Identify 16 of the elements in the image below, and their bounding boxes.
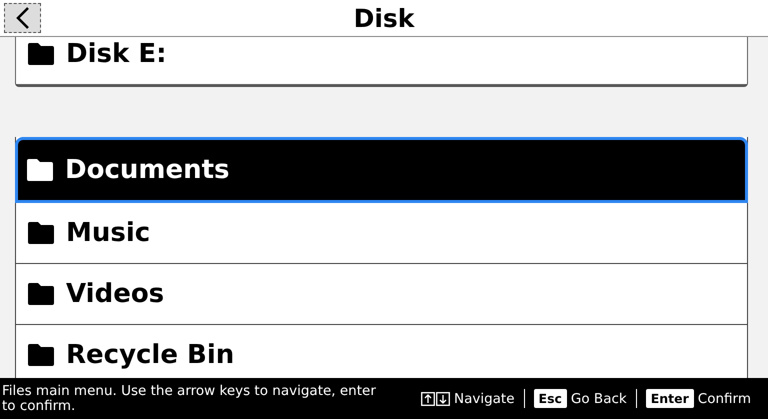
folder-icon xyxy=(28,283,54,305)
folder-icon xyxy=(28,42,54,64)
folder-icon xyxy=(28,222,54,244)
hint-label: Confirm xyxy=(698,390,751,406)
folder-icon xyxy=(27,159,53,181)
hint-label: Go Back xyxy=(570,390,627,406)
arrow-keys-icon xyxy=(420,392,450,406)
folder-icon xyxy=(28,344,54,366)
back-button[interactable] xyxy=(4,3,41,33)
key-badge: Enter xyxy=(646,389,694,408)
status-message: Files main menu. Use the arrow keys to navigate, enter to confirm. xyxy=(2,384,377,413)
key-badge: Esc xyxy=(534,389,567,408)
folder-item[interactable]: Documents xyxy=(15,137,748,203)
page-title: Disk xyxy=(354,4,414,32)
hint-label: Navigate xyxy=(454,390,515,406)
back-icon xyxy=(16,6,30,30)
